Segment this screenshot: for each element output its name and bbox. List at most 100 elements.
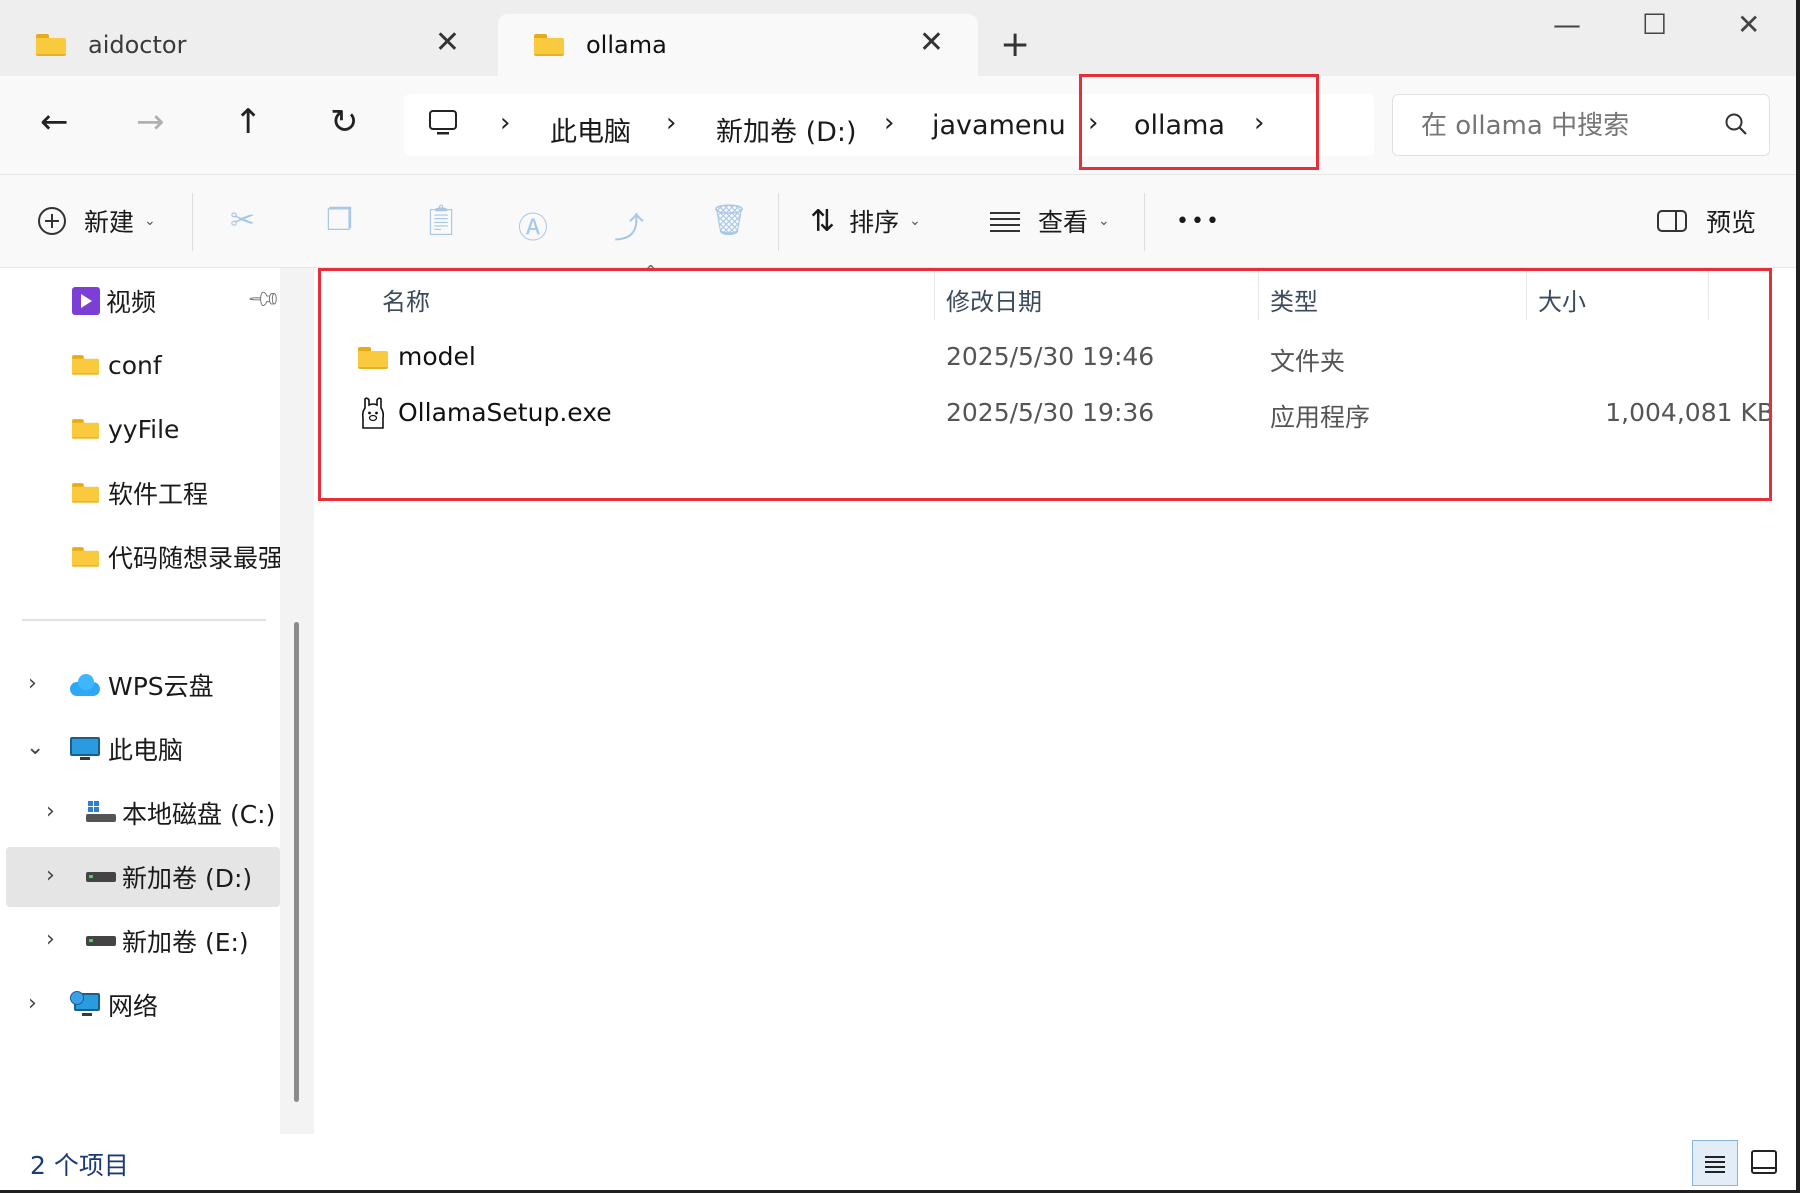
navigation-bar: ← → ↑ ↻ › 此电脑 › 新加卷 (D:) › javamenu › ol… — [0, 76, 1796, 175]
new-tab-button[interactable]: + — [1000, 24, 1030, 65]
sidebar-item-label: WPS云盘 — [108, 672, 214, 701]
address-highlight-box — [1079, 74, 1319, 170]
tab-bar: aidoctor ✕ ollama ✕ + — ☐ ✕ — [0, 0, 1796, 76]
sidebar-item-label: 新加卷 (D:) — [122, 864, 253, 893]
pin-icon[interactable]: 📌︎ — [245, 281, 282, 318]
search-input[interactable] — [1419, 105, 1713, 147]
computer-icon — [70, 737, 100, 761]
new-button[interactable]: 新建 ⌄ — [36, 175, 156, 267]
view-label: 查看 — [1038, 208, 1089, 237]
item-count: 2 个项目 — [30, 1151, 129, 1180]
sort-button[interactable]: ⇅ 排序 ⌄ — [810, 175, 921, 267]
details-view-icon — [1705, 1156, 1725, 1173]
tab-label: aidoctor — [88, 31, 187, 59]
tab-ollama[interactable]: ollama ✕ — [498, 14, 978, 76]
network-icon — [70, 991, 102, 1019]
preview-pane-button[interactable]: 预览 — [1656, 175, 1756, 267]
share-icon[interactable]: ⤴ — [614, 203, 644, 247]
chevron-right-icon[interactable]: › — [28, 991, 37, 1016]
windows-drive-icon — [86, 801, 116, 825]
toolbar-divider — [192, 193, 193, 251]
breadcrumb-this-pc[interactable]: 此电脑 — [550, 110, 631, 149]
navigation-pane: 视频 📌︎ conf yyFile 软件工程 代码随想录最强/ › WPS云盘 — [0, 268, 283, 1134]
chevron-down-icon: ⌄ — [1098, 213, 1110, 229]
up-button[interactable]: ↑ — [234, 102, 263, 142]
sort-label: 排序 — [849, 208, 900, 237]
folder-icon — [72, 419, 99, 439]
toolbar-divider — [1144, 193, 1145, 251]
sidebar-item-label: 本地磁盘 (C:) — [122, 800, 276, 829]
sidebar-item-this-pc[interactable]: ⌄ 此电脑 — [0, 719, 280, 779]
cut-icon[interactable]: ✂ — [230, 203, 255, 238]
sidebar-item-drive-e[interactable]: › 新加卷 (E:) — [0, 911, 280, 971]
sidebar-scrollbar[interactable] — [294, 622, 299, 1102]
video-folder-icon — [72, 287, 100, 315]
chevron-right-icon[interactable]: › — [46, 927, 55, 952]
details-view-button[interactable] — [1692, 1140, 1738, 1186]
drive-icon — [86, 936, 116, 946]
chevron-down-icon[interactable]: ⌄ — [26, 735, 44, 760]
tab-aidoctor[interactable]: aidoctor ✕ — [0, 14, 494, 76]
large-icons-view-icon — [1751, 1150, 1777, 1174]
plus-circle-icon — [38, 207, 66, 235]
folder-icon — [36, 34, 66, 56]
sidebar-item-videos[interactable]: 视频 📌︎ — [0, 271, 283, 331]
sidebar-item-label: conf — [108, 350, 162, 380]
sidebar-item-yyfile[interactable]: yyFile — [0, 399, 280, 459]
sidebar-item-conf[interactable]: conf — [0, 335, 280, 395]
view-button[interactable]: 查看 ⌄ — [988, 175, 1110, 267]
sidebar-item-software-engineering[interactable]: 软件工程 — [0, 463, 280, 523]
tab-label: ollama — [586, 31, 667, 59]
search-box[interactable] — [1392, 94, 1770, 156]
toolbar-divider — [778, 193, 779, 251]
chevron-right-icon[interactable]: › — [46, 799, 55, 824]
command-bar: 新建 ⌄ ✂ ❐ 📋︎ Ⓐ ⤴ 🗑︎ ⇅ 排序 ⌄ 查看 ⌄ ••• 预览 — [0, 175, 1796, 268]
close-window-button[interactable]: ✕ — [1737, 8, 1760, 41]
copy-icon[interactable]: ❐ — [326, 203, 353, 238]
back-button[interactable]: ← — [40, 102, 69, 142]
large-icons-view-button[interactable] — [1742, 1140, 1788, 1186]
computer-icon[interactable] — [428, 108, 458, 142]
sidebar-item-code-notes[interactable]: 代码随想录最强/ — [0, 527, 280, 587]
rename-icon[interactable]: Ⓐ — [518, 203, 548, 247]
refresh-button[interactable]: ↻ — [330, 102, 359, 142]
chevron-right-icon[interactable]: › — [28, 671, 37, 696]
chevron-down-icon: ⌄ — [144, 213, 156, 229]
forward-button[interactable]: → — [136, 102, 165, 142]
chevron-right-icon[interactable]: › — [884, 108, 894, 138]
sidebar-item-label: 网络 — [108, 992, 159, 1021]
file-list-highlight-box — [318, 268, 1772, 501]
paste-icon[interactable]: 📋︎ — [422, 203, 460, 238]
new-label: 新建 — [84, 208, 135, 237]
sidebar-item-label: 新加卷 (E:) — [122, 928, 249, 957]
sidebar-item-label: 软件工程 — [108, 480, 209, 509]
sidebar-item-label: 此电脑 — [108, 736, 184, 765]
chevron-right-icon[interactable]: › — [666, 108, 676, 138]
sidebar-item-label: 代码随想录最强/ — [108, 544, 280, 573]
chevron-right-icon[interactable]: › — [46, 863, 55, 888]
cloud-icon — [70, 674, 102, 696]
drive-icon — [86, 872, 116, 882]
close-tab-icon[interactable]: ✕ — [435, 28, 460, 58]
sidebar-item-label: yyFile — [108, 414, 180, 444]
chevron-right-icon[interactable]: › — [500, 108, 510, 138]
delete-icon[interactable]: 🗑︎ — [710, 203, 748, 238]
preview-label: 预览 — [1706, 208, 1757, 237]
breadcrumb-javamenu[interactable]: javamenu — [932, 110, 1066, 141]
folder-icon — [72, 547, 99, 567]
search-icon[interactable] — [1723, 111, 1749, 141]
sidebar-item-drive-d[interactable]: › 新加卷 (D:) — [6, 847, 280, 907]
minimize-button[interactable]: — — [1553, 8, 1581, 41]
maximize-button[interactable]: ☐ — [1642, 8, 1667, 41]
breadcrumb-drive-d[interactable]: 新加卷 (D:) — [716, 110, 857, 149]
sidebar-item-network[interactable]: › 网络 — [0, 975, 280, 1035]
sidebar-item-label: 视频 — [106, 288, 157, 317]
sidebar-item-local-disk-c[interactable]: › 本地磁盘 (C:) — [0, 783, 280, 843]
sidebar-item-wps-cloud[interactable]: › WPS云盘 — [0, 655, 280, 715]
sort-icon: ⇅ — [810, 203, 836, 239]
more-options-button[interactable]: ••• — [1176, 175, 1221, 267]
file-explorer-window: aidoctor ✕ ollama ✕ + — ☐ ✕ ← → ↑ ↻ › 此电… — [0, 0, 1796, 1190]
sidebar-divider — [22, 619, 266, 621]
folder-icon — [534, 34, 564, 56]
close-tab-icon[interactable]: ✕ — [919, 28, 944, 58]
